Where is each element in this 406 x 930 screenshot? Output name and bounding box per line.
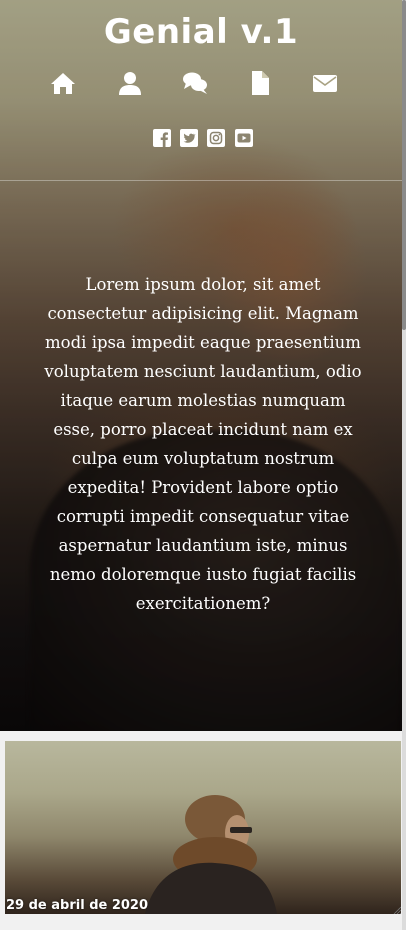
nav-home[interactable] <box>50 70 76 96</box>
post-card[interactable]: 29 de abril de 2020 <box>5 741 401 914</box>
nav-chat[interactable] <box>182 70 208 96</box>
facebook-icon <box>153 129 171 147</box>
hero-text: Lorem ipsum dolor, sit amet consectetur … <box>44 275 362 613</box>
instagram-icon <box>207 129 225 147</box>
social-facebook[interactable] <box>153 129 171 147</box>
scrollbar-thumb[interactable] <box>402 0 406 330</box>
main-nav <box>0 70 402 100</box>
header-divider <box>0 180 402 181</box>
file-icon <box>252 71 269 95</box>
resize-handle-icon[interactable] <box>393 906 401 914</box>
social-youtube[interactable] <box>235 129 253 147</box>
user-icon <box>119 72 141 95</box>
social-twitter[interactable] <box>180 129 198 147</box>
nav-profile[interactable] <box>117 70 143 96</box>
youtube-icon <box>235 129 253 147</box>
twitter-icon <box>180 129 198 147</box>
hero-section: Genial v.1 Lorem ipsum dolor, sit amet c… <box>0 0 402 731</box>
social-instagram[interactable] <box>207 129 225 147</box>
nav-document[interactable] <box>247 70 273 96</box>
social-links <box>0 129 402 149</box>
page-scrollbar[interactable] <box>402 0 406 930</box>
site-title[interactable]: Genial v.1 <box>0 12 402 52</box>
envelope-icon <box>313 75 337 92</box>
nav-mail[interactable] <box>312 70 338 96</box>
card-date: 29 de abril de 2020 <box>6 898 149 913</box>
card-image <box>145 795 277 914</box>
home-icon <box>51 73 75 94</box>
comments-icon <box>183 72 207 94</box>
